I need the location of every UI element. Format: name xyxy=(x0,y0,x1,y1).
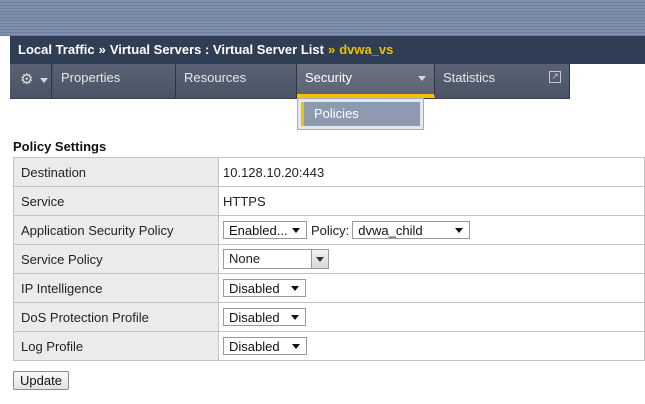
asp-cell: Enabled... Policy: dvwa_child xyxy=(218,215,645,245)
select-value: Disabled xyxy=(229,281,280,296)
tab-bar: ⚙ Properties Resources Security Statisti… xyxy=(10,64,570,99)
update-button[interactable]: Update xyxy=(13,371,69,390)
row-label: Service xyxy=(13,186,219,216)
dropdown-button[interactable] xyxy=(311,249,329,269)
asp-state-select[interactable]: Enabled... xyxy=(223,221,307,239)
select-value: None xyxy=(229,251,261,266)
log-profile-cell: Disabled xyxy=(218,331,645,361)
table-row: Service HTTPS xyxy=(13,186,645,216)
log-profile-select[interactable]: Disabled xyxy=(223,337,307,355)
tab-label: Security xyxy=(305,70,352,85)
destination-value: 10.128.10.20:443 xyxy=(218,157,645,187)
select-value: Disabled xyxy=(229,339,280,354)
table-row: IP Intelligence Disabled xyxy=(13,273,645,303)
row-label: IP Intelligence xyxy=(13,273,219,303)
table-row: Destination 10.128.10.20:443 xyxy=(13,157,645,187)
breadcrumb-local-traffic[interactable]: Local Traffic xyxy=(18,42,95,57)
chevron-down-icon xyxy=(292,344,300,349)
tab-properties[interactable]: Properties xyxy=(53,64,176,98)
service-policy-cell: None xyxy=(218,244,645,274)
ip-intelligence-cell: Disabled xyxy=(218,273,645,303)
section-title: Policy Settings xyxy=(13,139,107,154)
service-policy-select[interactable]: None xyxy=(223,249,329,269)
tab-label: Resources xyxy=(184,70,247,85)
chevron-down-icon xyxy=(292,228,300,233)
chevron-down-icon xyxy=(291,286,299,291)
select-value: dvwa_child xyxy=(358,223,423,238)
select-value: Enabled... xyxy=(229,223,288,238)
breadcrumb-separator: » xyxy=(327,42,336,57)
gear-icon: ⚙ xyxy=(20,71,34,88)
tab-security[interactable]: Security xyxy=(297,64,435,98)
row-label: Service Policy xyxy=(13,244,219,274)
security-dropdown-menu: Policies xyxy=(297,98,424,130)
policy-settings-table: Destination 10.128.10.20:443 Service HTT… xyxy=(13,157,645,361)
table-row: DoS Protection Profile Disabled xyxy=(13,302,645,332)
tab-label: Properties xyxy=(61,70,121,85)
popout-icon[interactable]: ↗ xyxy=(549,71,561,83)
asp-policy-select[interactable]: dvwa_child xyxy=(352,221,471,239)
table-row: Service Policy None xyxy=(13,244,645,274)
chevron-down-icon xyxy=(291,315,299,320)
tab-statistics[interactable]: Statistics ↗ xyxy=(435,64,570,98)
chevron-down-icon xyxy=(418,76,426,81)
tab-label: Statistics xyxy=(443,70,496,85)
chevron-down-icon xyxy=(455,228,464,233)
top-banner-strip xyxy=(0,0,645,36)
chevron-down-icon xyxy=(40,78,48,83)
dos-profile-cell: Disabled xyxy=(218,302,645,332)
tab-resources[interactable]: Resources xyxy=(176,64,297,98)
breadcrumb: Local Traffic» Virtual Servers : Virtual … xyxy=(10,36,645,64)
gear-menu-button[interactable]: ⚙ xyxy=(10,64,52,98)
ip-intelligence-select[interactable]: Disabled xyxy=(223,279,306,297)
row-label: Destination xyxy=(13,157,219,187)
breadcrumb-current: dvwa_vs xyxy=(339,42,394,57)
select-value: Disabled xyxy=(229,310,280,325)
menu-item-policies[interactable]: Policies xyxy=(301,102,420,126)
row-label: Log Profile xyxy=(13,331,219,361)
dos-profile-select[interactable]: Disabled xyxy=(223,308,306,326)
row-label: Application Security Policy xyxy=(13,215,219,245)
table-row: Application Security Policy Enabled... P… xyxy=(13,215,645,245)
breadcrumb-virtual-server-list[interactable]: Virtual Servers : Virtual Server List xyxy=(110,42,324,57)
row-label: DoS Protection Profile xyxy=(13,302,219,332)
chevron-down-icon xyxy=(316,257,324,262)
policy-label: Policy: xyxy=(311,222,350,238)
table-row: Log Profile Disabled xyxy=(13,331,645,361)
breadcrumb-separator: » xyxy=(98,42,106,57)
service-value: HTTPS xyxy=(218,186,645,216)
